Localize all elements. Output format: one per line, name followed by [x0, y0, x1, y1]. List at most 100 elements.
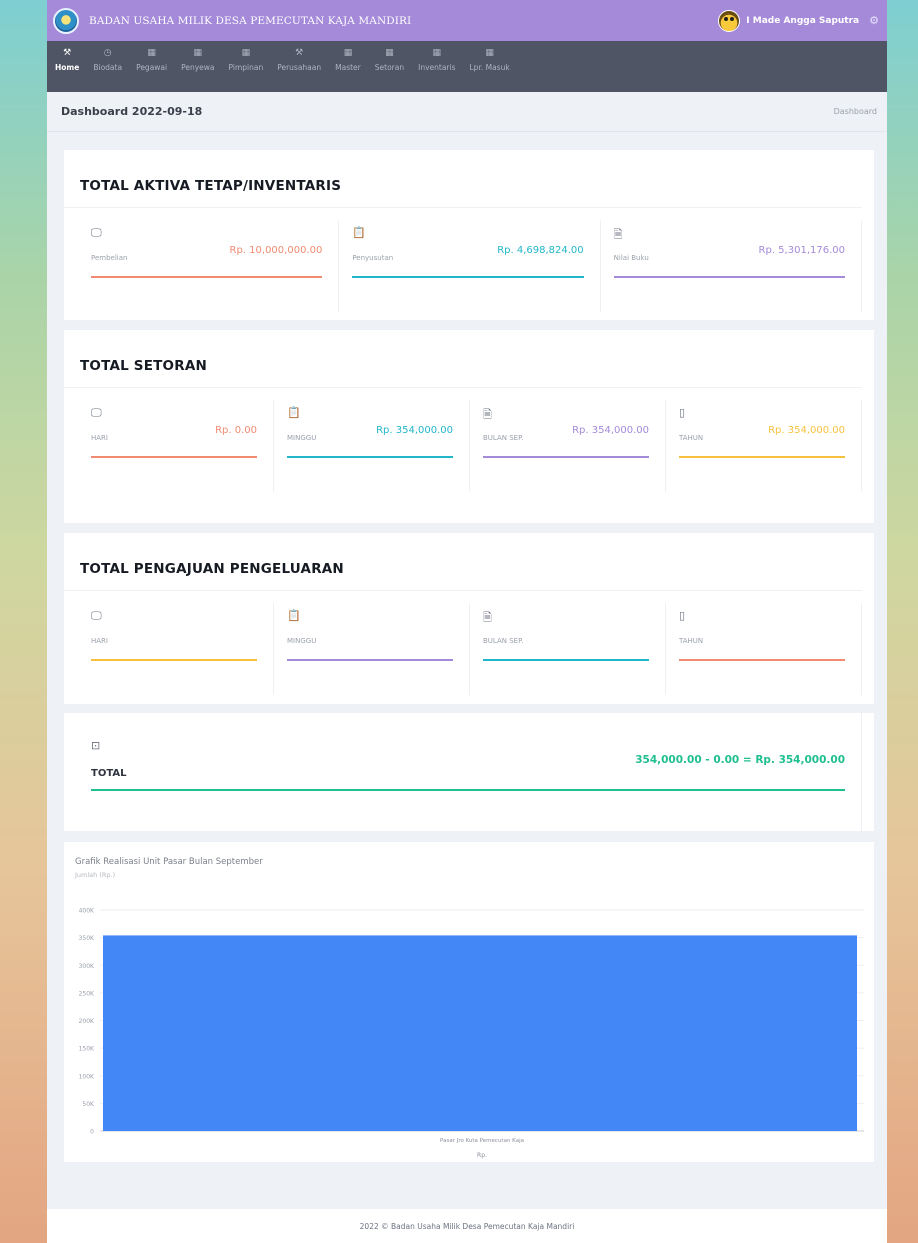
stat-label: HARI [91, 637, 108, 645]
chart-card: Grafik Realisasi Unit Pasar Bulan Septem… [64, 842, 874, 1162]
y-tick-label: 0 [90, 1129, 94, 1136]
pengajuan-stat-hari: 🖵 HARI [78, 603, 274, 695]
nav-label: Lpr. Masuk [469, 63, 510, 72]
nav-label: Biodata [93, 63, 123, 72]
setoran-stat-bulan-sep: 🗎 BULAN SEP. Rp. 354,000.00 [470, 400, 666, 492]
clock-icon: ◷ [103, 48, 112, 58]
calendar-icon: ▦ [385, 48, 394, 58]
total-stat: ⊡ TOTAL 354,000.00 - 0.00 = Rp. 354,000.… [64, 713, 862, 831]
setoran-stat-hari: 🖵 HARI Rp. 0.00 [78, 400, 274, 492]
stat-label: BULAN SEP. [483, 637, 524, 645]
footer: 2022 © Badan Usaha Milik Desa Pemecutan … [47, 1209, 887, 1243]
avatar[interactable] [718, 9, 741, 32]
nav-label: Inventaris [418, 63, 456, 72]
nav-item-master[interactable]: ▦ Master [335, 47, 361, 72]
stat-label: MINGGU [287, 637, 317, 645]
footer-text: 2022 © Badan Usaha Milik Desa Pemecutan … [359, 1221, 575, 1231]
bar-chart: 0 50K 100K 150K 200K 250K 300K 350K 400K Pasar Jr… [79, 908, 864, 1159]
calendar-icon: ▦ [193, 48, 203, 58]
document-icon: 🗎 [483, 611, 492, 624]
stat-label: TAHUN [679, 637, 704, 645]
nav-item-lpr-masuk[interactable]: ▦ Lpr. Masuk [470, 47, 510, 72]
aktiva-card: TOTAL AKTIVA TETAP/INVENTARIS 🖵 Pembelian… [64, 150, 874, 320]
nav-item-pimpinan[interactable]: ▦ Pimpinan [229, 47, 264, 72]
monitor-icon: 🖵 [91, 226, 102, 239]
stat-value: Rp. 0.00 [215, 425, 257, 436]
nav-label: Perusahaan [277, 63, 322, 72]
stat-underline [483, 456, 649, 458]
aktiva-stat-nilai-buku: 🗎 Nilai Buku Rp. 5,301,176.00 [601, 220, 862, 312]
user-name[interactable]: I Made Angga Saputra [746, 16, 859, 26]
nav-label: Pimpinan [228, 63, 264, 72]
stat-value: Rp. 5,301,176.00 [758, 245, 845, 256]
stat-underline [679, 456, 845, 458]
stat-underline [287, 456, 453, 458]
page-title: Dashboard 2022-09-18 [61, 105, 203, 118]
breadcrumb[interactable]: Dashboard [834, 107, 877, 116]
pengajuan-card: TOTAL PENGAJUAN PENGELUARAN 🖵 HARI 📋 MINGGU… [64, 533, 874, 704]
monitor-icon: 🖵 [91, 406, 102, 419]
monitor-download-icon: ⊡ [91, 739, 101, 752]
stat-underline [613, 276, 845, 278]
y-tick-label: 50K [82, 1101, 95, 1108]
setoran-card: TOTAL SETORAN 🖵 HARI Rp. 0.00 📋 MINGGU Rp. 35… [64, 330, 874, 523]
wrench-icon: ⚒ [63, 48, 72, 58]
x-axis-label: Rp. [477, 1152, 487, 1159]
aktiva-title: TOTAL AKTIVA TETAP/INVENTARIS [64, 150, 862, 208]
stat-underline [679, 659, 845, 661]
y-tick-label: 350K [79, 935, 95, 942]
calendar-icon: ▦ [241, 48, 251, 58]
y-tick-label: 150K [79, 1046, 95, 1053]
calendar-icon: ▦ [485, 48, 494, 58]
y-tick-label: 300K [79, 963, 95, 970]
nav-item-home[interactable]: ⚒ Home [55, 47, 79, 72]
aktiva-stat-pembelian: 🖵 Pembelian Rp. 10,000,000.00 [78, 220, 340, 312]
wrench-icon: ⚒ [295, 48, 304, 58]
total-label: TOTAL [91, 768, 127, 779]
total-underline [91, 789, 845, 791]
gear-icon[interactable]: ⚙ [869, 14, 879, 27]
topbar: BADAN USAHA MILIK DESA PEMECUTAN KAJA MA… [47, 0, 887, 41]
stat-underline [91, 659, 257, 661]
stat-underline [91, 456, 257, 458]
page-header: Dashboard 2022-09-18 Dashboard [47, 92, 887, 132]
stat-underline [91, 276, 323, 278]
calendar-icon: ▦ [432, 48, 442, 58]
aktiva-stats: 🖵 Pembelian Rp. 10,000,000.00 📋 Penyusutan Rp… [64, 208, 874, 312]
total-value: 354,000.00 - 0.00 = Rp. 354,000.00 [635, 754, 845, 766]
aktiva-stat-penyusutan: 📋 Penyusutan Rp. 4,698,824.00 [339, 220, 601, 312]
calendar-icon: ▦ [147, 48, 156, 58]
calendar-icon: ▦ [343, 48, 353, 58]
stat-underline [483, 659, 649, 661]
stat-underline [287, 659, 453, 661]
nav-item-penyewa[interactable]: ▦ Penyewa [181, 47, 214, 72]
main-nav: ⚒ Home ◷ Biodata ▦ Pegawai ▦ Penyewa ▦ Pimpinan ⚒ P… [47, 41, 887, 92]
stat-value: Rp. 4,698,824.00 [497, 245, 584, 256]
pengajuan-stat-tahun: ▯ TAHUN [666, 603, 862, 695]
pengajuan-stats: 🖵 HARI 📋 MINGGU 🗎 BULAN SEP. ▯ TAHUN [64, 591, 874, 695]
stat-value: Rp. 354,000.00 [572, 425, 649, 436]
nav-label: Master [335, 63, 361, 72]
nav-item-biodata[interactable]: ◷ Biodata [93, 47, 122, 72]
setoran-stat-tahun: ▯ TAHUN Rp. 354,000.00 [666, 400, 862, 492]
brand-title[interactable]: BADAN USAHA MILIK DESA PEMECUTAN KAJA MA… [89, 15, 411, 27]
y-tick-label: 400K [79, 908, 95, 915]
phone-icon: ▯ [679, 609, 686, 622]
document-icon: 🗎 [613, 228, 623, 241]
y-tick-label: 100K [79, 1073, 95, 1080]
pengajuan-title: TOTAL PENGAJUAN PENGELUARAN [64, 533, 862, 591]
stat-value: Rp. 10,000,000.00 [229, 245, 323, 256]
x-tick-label: Pasar Jro Kuta Pemecutan Kaja [440, 1138, 524, 1144]
clipboard-icon: 📋 [352, 226, 367, 239]
nav-label: Setoran [374, 63, 405, 72]
nav-item-perusahaan[interactable]: ⚒ Perusahaan [277, 47, 321, 72]
y-tick-label: 250K [79, 990, 95, 997]
setoran-stats: 🖵 HARI Rp. 0.00 📋 MINGGU Rp. 354,000.00 🗎 BULAN… [64, 388, 874, 492]
nav-item-inventaris[interactable]: ▦ Inventaris [418, 47, 455, 72]
nav-item-pegawai[interactable]: ▦ Pegawai [136, 47, 167, 72]
document-icon: 🗎 [483, 408, 492, 421]
nav-label: Penyewa [181, 63, 215, 72]
stat-underline [352, 276, 584, 278]
logo[interactable] [53, 7, 79, 34]
nav-item-setoran[interactable]: ▦ Setoran [375, 47, 404, 72]
